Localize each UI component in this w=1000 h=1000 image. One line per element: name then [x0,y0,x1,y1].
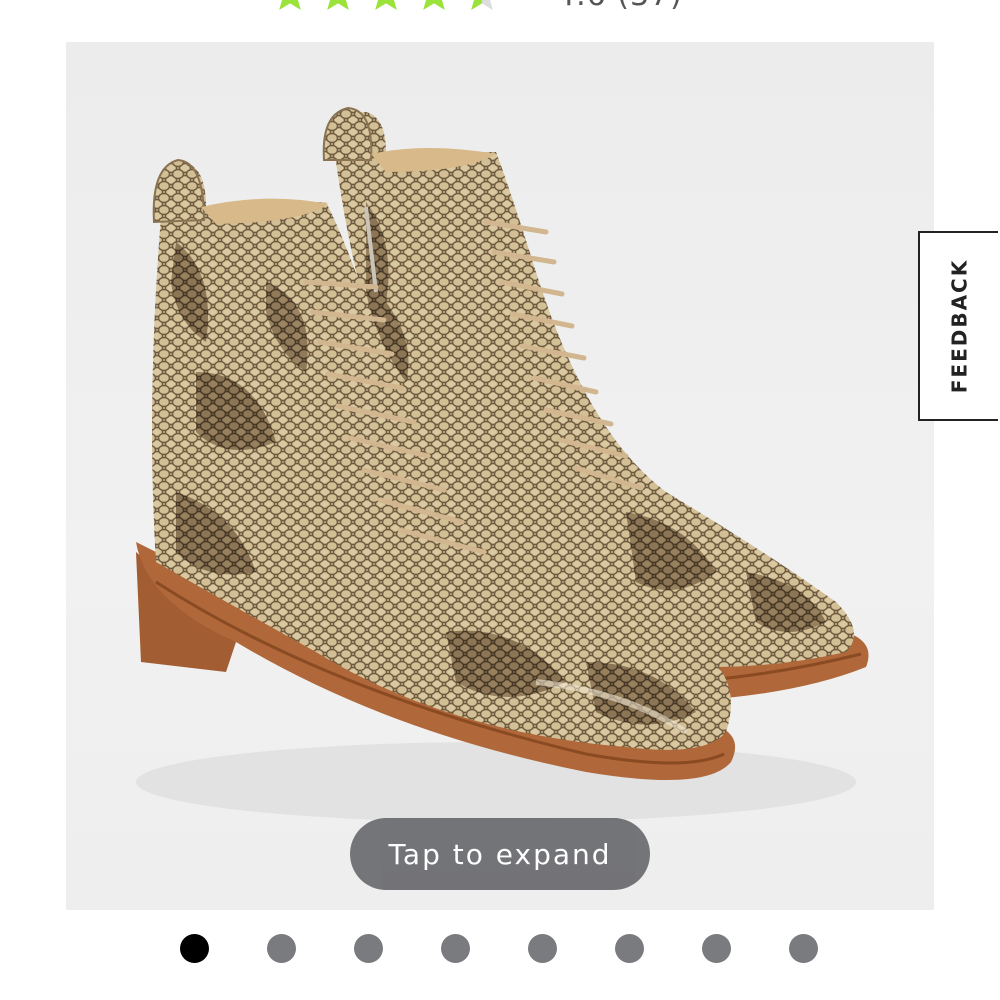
half-star-icon [471,0,493,10]
boots-illustration [136,106,869,822]
carousel-dot-7[interactable] [702,934,731,963]
rating-summary: 4.6 (37) [556,0,683,13]
feedback-tab[interactable]: FEEDBACK [918,231,998,421]
feedback-label: FEEDBACK [947,258,971,394]
tap-to-expand-button[interactable]: Tap to expand [350,818,650,890]
rating-row: 4.6 (37) [270,0,683,15]
star-rating [270,0,502,15]
star-icon [423,0,445,10]
carousel-dot-1[interactable] [180,934,209,963]
product-page: 4.6 (37) [0,0,1000,1000]
star-icon [375,0,397,10]
carousel-pagination [180,934,818,963]
carousel-dot-8[interactable] [789,934,818,963]
tap-to-expand-label: Tap to expand [388,837,612,871]
carousel-dot-5[interactable] [528,934,557,963]
star-icon [327,0,349,10]
star-icon [279,0,301,10]
carousel-dot-6[interactable] [615,934,644,963]
carousel-dot-3[interactable] [354,934,383,963]
product-image[interactable]: Tap to expand [66,42,934,910]
carousel-dot-4[interactable] [441,934,470,963]
carousel-dot-2[interactable] [267,934,296,963]
